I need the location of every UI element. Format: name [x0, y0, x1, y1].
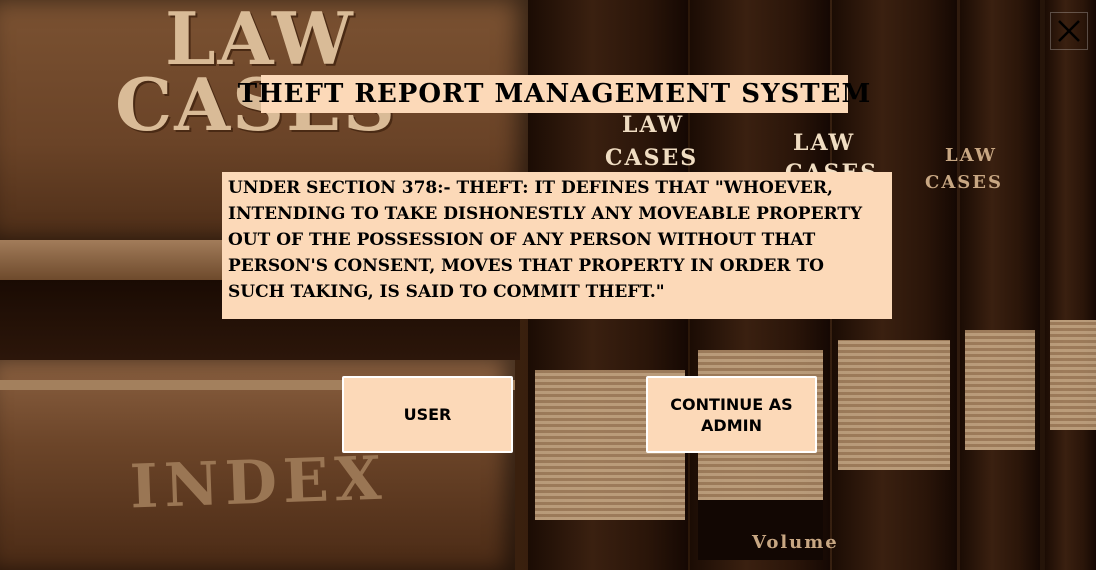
spine-text: CASES: [605, 145, 699, 171]
book-text: INDEX: [128, 443, 389, 523]
spine-text: LAW: [793, 130, 856, 156]
theft-definition: Under section 378:- Theft: It defines th…: [222, 172, 892, 319]
spine-text: Volume: [752, 532, 839, 553]
user-button[interactable]: USER: [342, 376, 513, 453]
close-icon: [1058, 20, 1080, 42]
continue-as-admin-button[interactable]: CONTINUE AS ADMIN: [646, 376, 817, 453]
spine-text: CASES: [925, 172, 1004, 193]
close-button[interactable]: [1050, 12, 1088, 50]
spine-band: [838, 340, 950, 470]
spine-band: [1050, 320, 1096, 430]
spine-text: LAW: [622, 112, 685, 138]
spine-text: LAW: [945, 145, 997, 166]
book-spine: [1045, 0, 1096, 570]
book-spine: [960, 0, 1040, 570]
page-title: THEFT REPORT MANAGEMENT SYSTEM: [238, 75, 870, 113]
spine-band: [965, 330, 1035, 450]
